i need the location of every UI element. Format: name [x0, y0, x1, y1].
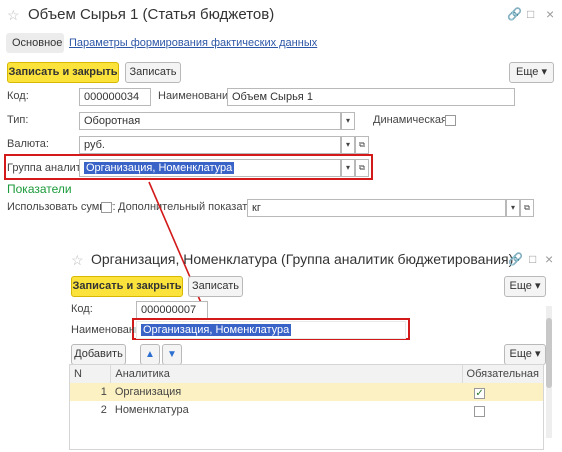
row-required[interactable] [462, 401, 543, 419]
move-up-icon[interactable]: ▲ [140, 344, 160, 365]
dialog-save-close-button[interactable]: Записать и закрыть [71, 276, 183, 297]
required-checkbox[interactable] [474, 405, 486, 417]
dialog-close-icon[interactable]: × [545, 251, 553, 267]
dialog-code-field[interactable]: 000000007 [136, 301, 208, 319]
row-analytics[interactable]: Номенклатура [111, 401, 462, 419]
row-required[interactable]: ✓ [462, 383, 544, 401]
dialog-favorite-star-icon[interactable]: ☆ [71, 252, 84, 269]
dialog-more-button[interactable]: Еще ▾ [504, 276, 546, 297]
dialog-name-field-value: Организация, Номенклатура [141, 324, 292, 336]
row-analytics[interactable]: Организация [110, 383, 463, 401]
dialog-more-button-2[interactable]: Еще ▾ [504, 344, 546, 365]
dialog-title: Организация, Номенклатура (Группа аналит… [91, 251, 514, 267]
row-number: 2 [100, 404, 107, 416]
dialog-save-button[interactable]: Записать [188, 276, 243, 297]
col-header-required[interactable]: Обязательная [462, 364, 544, 383]
required-checkbox-checked[interactable]: ✓ [474, 387, 486, 399]
col-header-n[interactable]: N [69, 364, 112, 383]
dialog-name-field[interactable]: Организация, Номенклатура [136, 321, 406, 339]
table-row[interactable]: 2 Номенклатура [70, 401, 544, 419]
dialog-link-icon[interactable]: 🔗 [508, 252, 523, 266]
col-header-analytics[interactable]: Аналитика [110, 364, 463, 383]
analytics-table: N Аналитика Обязательная 1 Организация ✓… [69, 364, 544, 450]
dialog-maximize-icon[interactable]: □ [529, 252, 536, 266]
table-header: N Аналитика Обязательная [69, 364, 544, 383]
scrollbar-thumb[interactable] [546, 318, 552, 388]
dialog-code-label: Код: [71, 303, 93, 315]
table-row[interactable]: 1 Организация ✓ [69, 383, 544, 401]
add-button[interactable]: Добавить [71, 344, 126, 365]
row-number: 1 [69, 383, 111, 401]
table-row-empty [70, 419, 544, 450]
move-down-icon[interactable]: ▼ [162, 344, 182, 365]
